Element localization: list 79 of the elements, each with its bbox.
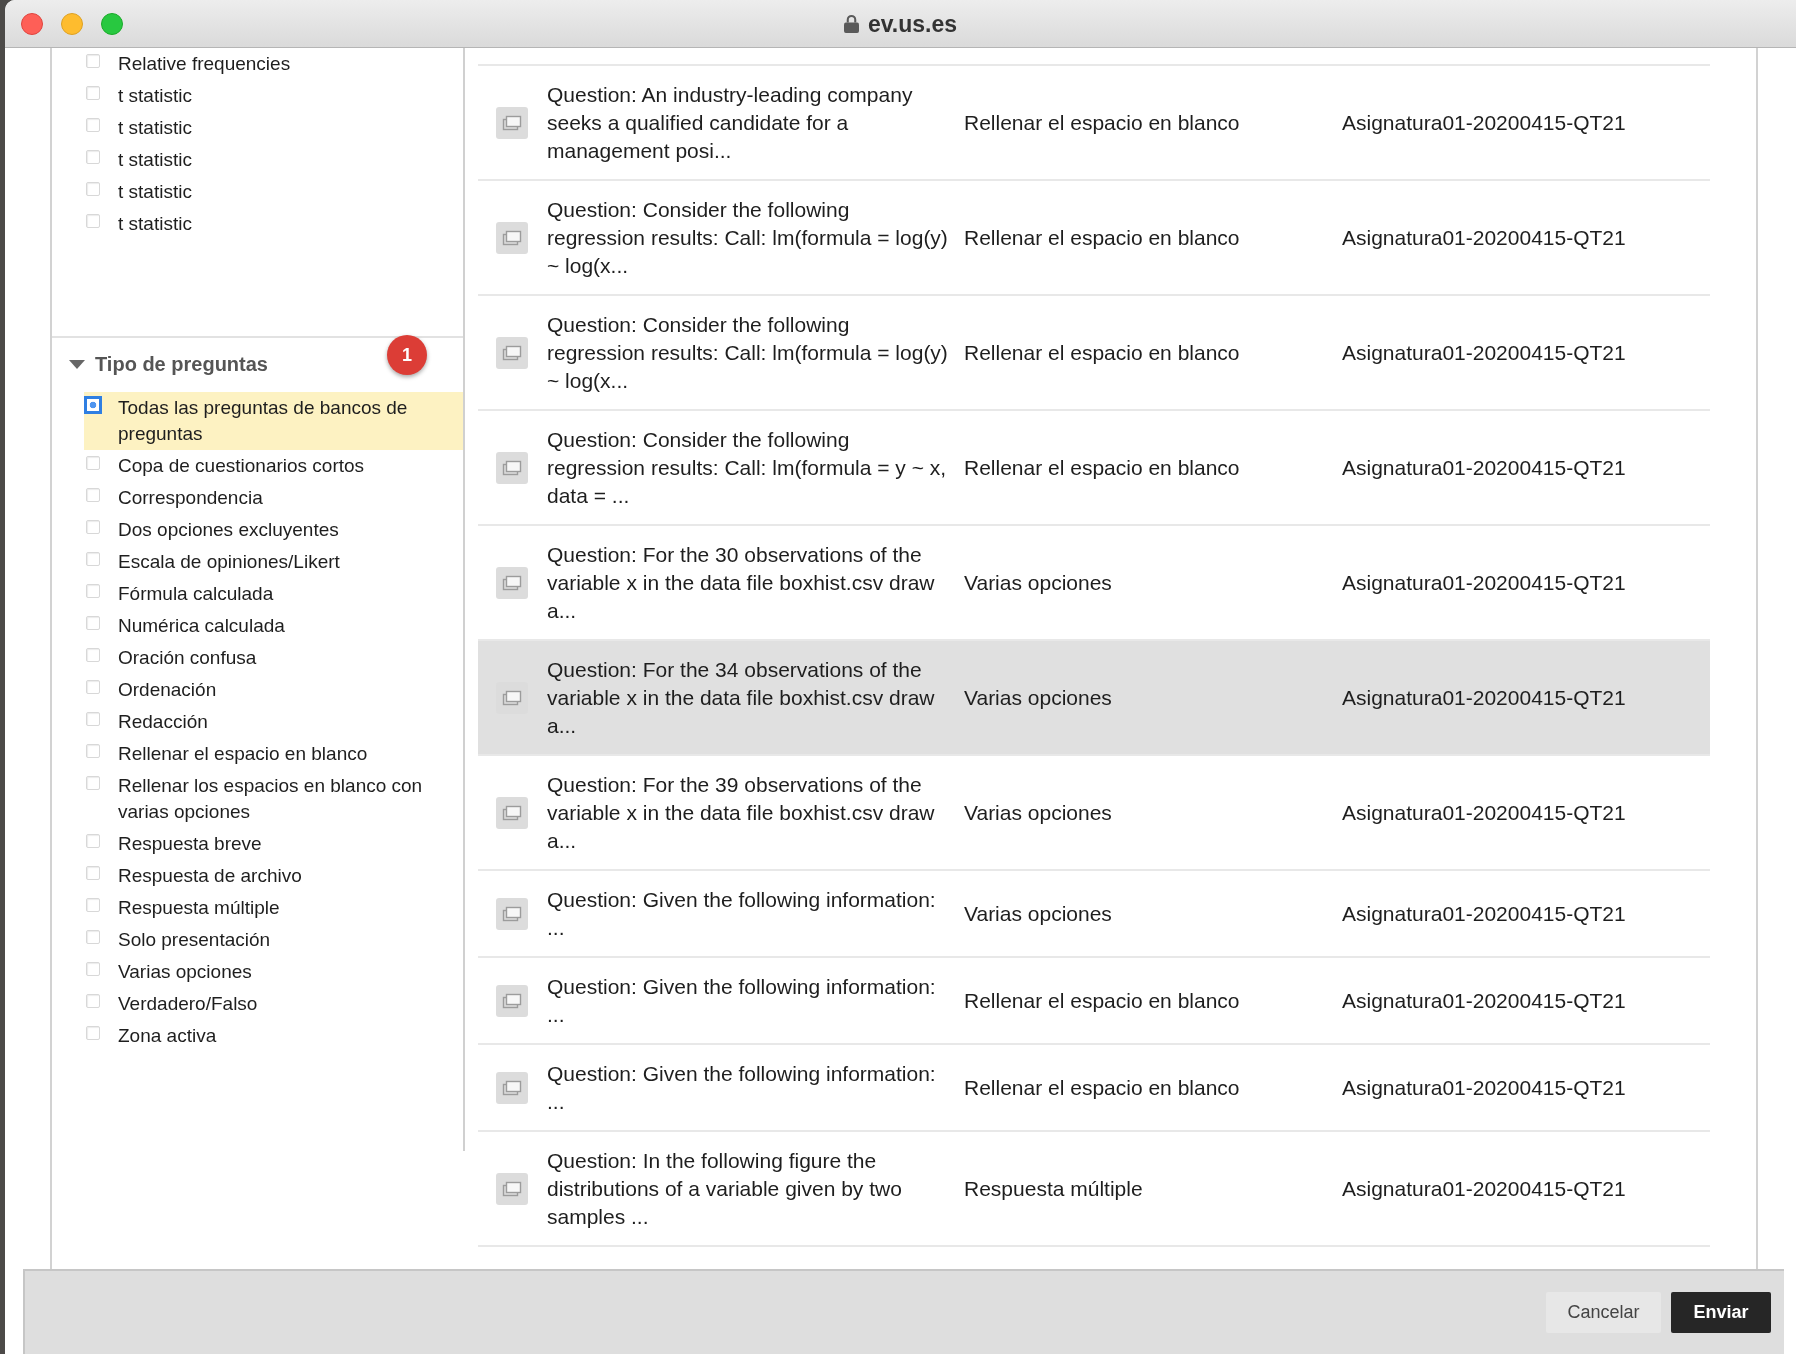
bank-cell-text: Asignatura01-20200415-QT21 (1342, 455, 1627, 481)
question-cell-text: Question: For the 39 observations of the variable x in the data file boxhist.csv draw a... (547, 772, 936, 854)
type-cell-text: Varias opciones (964, 901, 1113, 927)
question-cell-text: Question: For the 34 observations of the variable x in the data file boxhist.csv draw a... (547, 657, 936, 739)
stacked-rectangles-icon[interactable] (496, 452, 528, 484)
zoom-button[interactable] (101, 12, 123, 35)
stacked-rectangles-icon[interactable] (496, 222, 528, 254)
filter-item[interactable]: Copa de cuestionarios cortos (84, 450, 463, 482)
type-cell-text: Rellenar el espacio en blanco (964, 988, 1241, 1014)
filter-item[interactable]: Rellenar el espacio en blanco (84, 738, 463, 770)
filter-item[interactable]: Respuesta breve (84, 828, 463, 860)
table-row[interactable]: Question: For the 34 observations of the variable x in the data file boxhist.csv draw a... Varias opciones Asignatura01-20200415-QT21 (478, 641, 1710, 756)
cancel-button[interactable]: Cancelar (1546, 1292, 1661, 1333)
stacked-rectangles-icon[interactable] (496, 985, 528, 1017)
filter-item[interactable]: Zona activa (84, 1020, 463, 1052)
filter-item[interactable]: t statistic (84, 176, 463, 208)
filter-item[interactable]: Numérica calculada (84, 610, 463, 642)
filter-item[interactable]: Verdadero/Falso (84, 988, 463, 1020)
question-cell-text: Question: Consider the following regression results: Call: lm(formula = log(y) ~ log(x... (547, 312, 949, 394)
type-cell-text: Varias opciones (964, 570, 1113, 596)
filter-item[interactable]: Rellenar los espacios en blanco con varias opciones (84, 770, 463, 828)
type-cell-text: Rellenar el espacio en blanco (964, 110, 1241, 136)
bank-cell-text: Asignatura01-20200415-QT21 (1342, 1075, 1627, 1101)
question-cell-text: Question: Consider the following regression results: Call: lm(formula = y ~ x, data = ... (547, 427, 948, 509)
bank-cell-text: Asignatura01-20200415-QT21 (1342, 340, 1627, 366)
question-cell-text: Question: Given the following information: ... (547, 974, 937, 1028)
filter-item[interactable]: Solo presentación (84, 924, 463, 956)
filter-item[interactable]: Respuesta múltiple (84, 892, 463, 924)
stacked-rectangles-icon[interactable] (496, 1072, 528, 1104)
question-cell-text: Question: Given the following information: ... (547, 887, 937, 941)
type-cell-text: Respuesta múltiple (964, 1176, 1144, 1202)
filter-item[interactable]: Varias opciones (84, 956, 463, 988)
stacked-rectangles-icon[interactable] (496, 567, 528, 599)
filter-item[interactable]: Relative frequencies (84, 48, 463, 80)
filter-item[interactable]: Correspondencia (84, 482, 463, 514)
question-cell-text: Question: Consider the following regression results: Call: lm(formula = log(y) ~ log(x... (547, 197, 949, 279)
filter-item[interactable]: Todas las preguntas de bancos de preguntas (84, 392, 463, 450)
filter-item[interactable]: Respuesta de archivo (84, 860, 463, 892)
type-cell-text: Rellenar el espacio en blanco (964, 225, 1241, 251)
bank-cell-text: Asignatura01-20200415-QT21 (1342, 901, 1627, 927)
filter-item[interactable]: Fórmula calculada (84, 578, 463, 610)
bank-cell-text: Asignatura01-20200415-QT21 (1342, 685, 1627, 711)
bank-cell-text: Asignatura01-20200415-QT21 (1342, 570, 1627, 596)
question-cell-text: Question: Given the following information: ... (547, 1061, 937, 1115)
question-cell-text: Question: An industry-leading company seeks a qualified candidate for a management posi... (547, 82, 914, 164)
window-title: ev.us.es (867, 9, 958, 39)
type-cell-text: Varias opciones (964, 800, 1113, 826)
type-cell-text: Rellenar el espacio en blanco (964, 1075, 1241, 1101)
filter-item[interactable]: t statistic (84, 144, 463, 176)
bank-cell-text: Asignatura01-20200415-QT21 (1342, 225, 1627, 251)
type-cell-text: Rellenar el espacio en blanco (964, 455, 1241, 481)
minimize-button[interactable] (61, 12, 83, 35)
stacked-rectangles-icon[interactable] (496, 107, 528, 139)
filter-item[interactable]: t statistic (84, 208, 463, 240)
lock-icon (843, 14, 859, 33)
stacked-rectangles-icon[interactable] (496, 337, 528, 369)
filter-item[interactable]: t statistic (84, 112, 463, 144)
filter-item[interactable]: Oración confusa (84, 642, 463, 674)
bank-cell-text: Asignatura01-20200415-QT21 (1342, 1176, 1627, 1202)
filter-item[interactable]: t statistic (84, 80, 463, 112)
stacked-rectangles-icon[interactable] (496, 797, 528, 829)
filter-item[interactable]: Escala de opiniones/Likert (84, 546, 463, 578)
stacked-rectangles-icon[interactable] (496, 1173, 528, 1205)
type-cell-text: Rellenar el espacio en blanco (964, 340, 1241, 366)
bank-cell-text: Asignatura01-20200415-QT21 (1342, 988, 1627, 1014)
filter-item[interactable]: Redacción (84, 706, 463, 738)
question-cell-text: Question: In the following figure the distributions of a variable given by two samples ... (547, 1148, 903, 1230)
count-badge: 1 (387, 335, 427, 375)
type-cell-text: Varias opciones (964, 685, 1113, 711)
bank-cell-text: Asignatura01-20200415-QT21 (1342, 800, 1627, 826)
filter-item[interactable]: Ordenación (84, 674, 463, 706)
submit-button[interactable]: Enviar (1671, 1292, 1771, 1333)
close-button[interactable] (21, 12, 43, 35)
filter-item[interactable]: Dos opciones excluyentes (84, 514, 463, 546)
question-cell-text: Question: For the 30 observations of the variable x in the data file boxhist.csv draw a... (547, 542, 936, 624)
checkbox[interactable] (84, 396, 102, 414)
stacked-rectangles-icon[interactable] (496, 898, 528, 930)
section-toggle[interactable]: Tipo de preguntas (69, 338, 268, 392)
bank-cell-text: Asignatura01-20200415-QT21 (1342, 110, 1627, 136)
